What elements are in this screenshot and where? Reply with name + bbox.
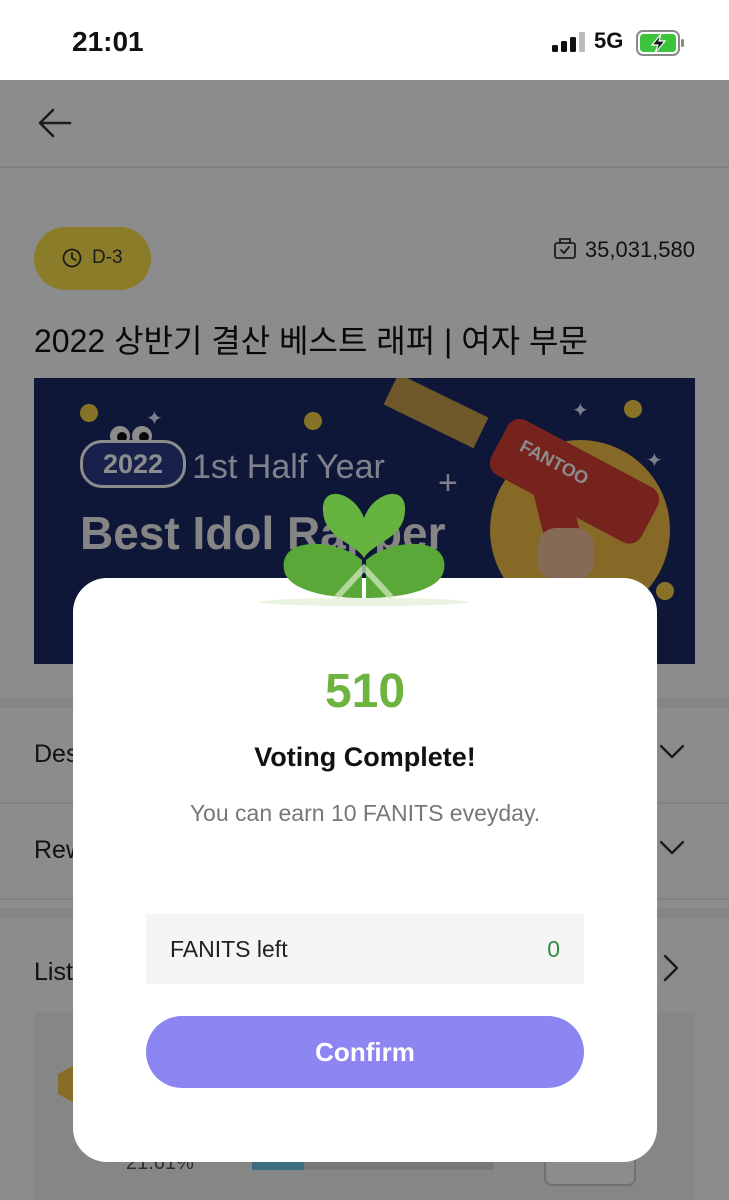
status-time: 21:01 [72, 26, 144, 57]
confirm-button[interactable]: Confirm [146, 1016, 584, 1088]
clover-icon [260, 493, 468, 606]
status-bar: 21:01 5G [0, 0, 729, 80]
fanits-left-value: 0 [547, 936, 560, 962]
modal-title: Voting Complete! [254, 742, 476, 772]
fanits-left-label: FANITS left [170, 936, 288, 962]
fanits-left-box: FANITS left 0 [146, 914, 584, 984]
modal-subtitle: You can earn 10 FANITS eveyday. [189, 800, 541, 826]
signal-icon [552, 32, 585, 52]
voting-complete-modal: 510 Voting Complete! You can earn 10 FAN… [73, 578, 657, 1162]
battery-charging-icon [636, 30, 684, 56]
earned-points: 510 [324, 665, 406, 718]
network-label: 5G [594, 28, 624, 53]
